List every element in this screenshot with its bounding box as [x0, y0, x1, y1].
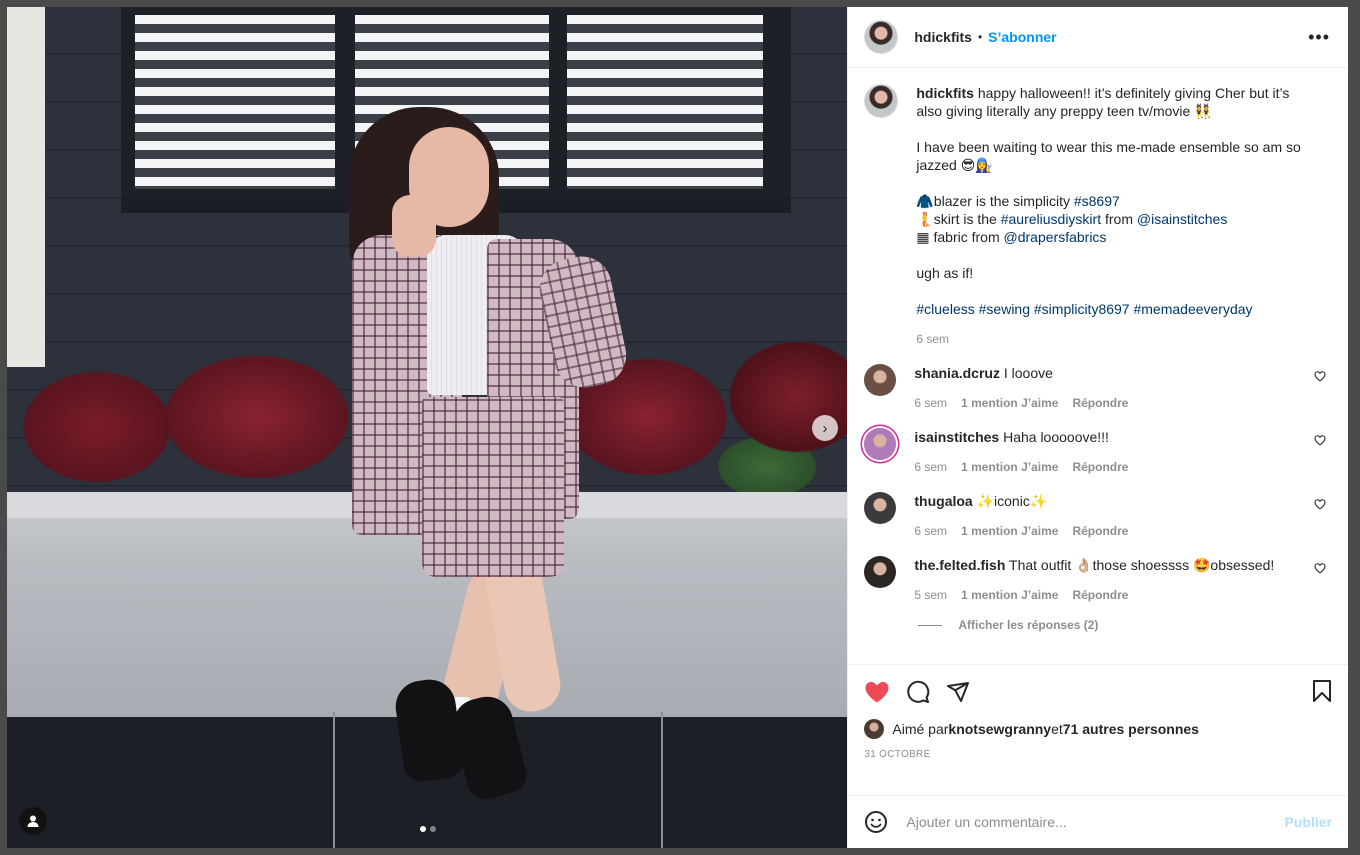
caption-line4: ugh as if! — [916, 265, 974, 281]
heart-outline-icon[interactable] — [1314, 370, 1326, 382]
caption-hashtags[interactable]: #clueless #sewing #simplicity8697 #memad… — [916, 300, 1316, 318]
comment-username[interactable]: thugaloa — [914, 493, 972, 509]
comment-composer: Publier — [848, 795, 1348, 848]
comments-thread[interactable]: hdickfits happy halloween!! it’s definit… — [848, 68, 1348, 664]
comment-likes[interactable]: 1 mention J’aime — [961, 458, 1058, 476]
post-date[interactable]: 31 OCTOBRE — [864, 749, 1332, 760]
post-modal: › hdickfits • S’abonner ••• hdickfits ha… — [7, 7, 1348, 848]
more-icon[interactable]: ••• — [1308, 27, 1330, 48]
comment-text: I looove — [999, 365, 1053, 381]
comment-likes[interactable]: 1 mention J’aime — [961, 522, 1058, 540]
heart-outline-icon[interactable] — [1314, 498, 1326, 510]
hashtag-link[interactable]: #aureliusdiyskirt — [1001, 211, 1101, 227]
comment-icon[interactable] — [906, 680, 930, 704]
mention-link[interactable]: @drapersfabrics — [1004, 229, 1107, 245]
header-separator: • — [977, 30, 983, 44]
caption: hdickfits happy halloween!! it’s definit… — [864, 84, 1332, 348]
comment-username[interactable]: the.felted.fish — [914, 557, 1005, 573]
caption-username[interactable]: hdickfits — [916, 85, 974, 101]
comment-username[interactable]: isainstitches — [914, 429, 999, 445]
carousel-dot — [420, 826, 426, 832]
user-tag-icon[interactable] — [19, 807, 47, 835]
next-arrow-icon[interactable]: › — [812, 415, 838, 441]
avatar[interactable] — [864, 20, 899, 54]
comment-time[interactable]: 6 sem — [914, 394, 947, 412]
comment-row: the.felted.fish That outfit 👌🏼those shoe… — [864, 556, 1332, 604]
heart-outline-icon[interactable] — [1314, 562, 1326, 574]
person-skirt — [422, 397, 564, 577]
reply-button[interactable]: Répondre — [1072, 586, 1128, 604]
caption-time[interactable]: 6 sem — [916, 330, 949, 348]
header-username[interactable]: hdickfits — [914, 29, 972, 45]
comment-row: shania.dcruz I looove 6 sem 1 mention J’ai… — [864, 364, 1332, 412]
comment-likes[interactable]: 1 mention J’aime — [961, 586, 1058, 604]
likes-count[interactable]: 71 autres personnes — [1063, 721, 1199, 737]
comment-row: thugaloa ✨iconic✨ 6 sem 1 mention J’aime Ré… — [864, 492, 1332, 540]
comment-text: That outfit 👌🏼those shoessss 🤩obsessed! — [1005, 557, 1275, 573]
mention-link[interactable]: @isainstitches — [1137, 211, 1227, 227]
avatar[interactable] — [864, 492, 897, 524]
carousel-dot — [430, 826, 436, 832]
carousel-dots — [420, 826, 436, 832]
comment-time[interactable]: 5 sem — [914, 586, 947, 604]
reply-button[interactable]: Répondre — [1072, 458, 1128, 476]
likes-summary: Aimé par knotsewgranny et 71 autres pers… — [864, 719, 1332, 739]
comment-row: isainstitches Haha looooove!!! 6 sem 1 men… — [864, 428, 1332, 476]
avatar[interactable] — [864, 719, 885, 739]
heart-filled-icon[interactable] — [864, 680, 890, 704]
bookmark-icon[interactable] — [1312, 679, 1332, 703]
emoji-icon[interactable] — [864, 810, 888, 834]
comment-time[interactable]: 6 sem — [914, 458, 947, 476]
show-replies-button[interactable]: Afficher les réponses (2) — [918, 618, 1332, 632]
avatar[interactable] — [864, 364, 897, 396]
comment-text: Haha looooove!!! — [999, 429, 1109, 445]
avatar[interactable] — [864, 556, 897, 588]
comment-list: shania.dcruz I looove 6 sem 1 mention J’ai… — [864, 364, 1332, 604]
caption-line2: I have been waiting to wear this me-made… — [916, 139, 1305, 173]
comment-input[interactable] — [904, 813, 1285, 831]
hashtag-link[interactable]: #s8697 — [1074, 193, 1120, 209]
post-header: hdickfits • S’abonner ••• — [848, 7, 1348, 68]
comment-time[interactable]: 6 sem — [914, 522, 947, 540]
heart-outline-icon[interactable] — [1314, 434, 1326, 446]
follow-button[interactable]: S’abonner — [988, 29, 1056, 45]
reply-button[interactable]: Répondre — [1072, 522, 1128, 540]
publish-button[interactable]: Publier — [1285, 814, 1332, 830]
comment-likes[interactable]: 1 mention J’aime — [961, 394, 1058, 412]
reply-button[interactable]: Répondre — [1072, 394, 1128, 412]
comment-text: ✨iconic✨ — [972, 493, 1048, 509]
share-icon[interactable] — [946, 680, 970, 704]
liked-by-user[interactable]: knotsewgranny — [948, 721, 1051, 737]
post-actions: Aimé par knotsewgranny et 71 autres pers… — [848, 664, 1348, 795]
comment-username[interactable]: shania.dcruz — [914, 365, 1000, 381]
post-photo[interactable]: › — [7, 7, 848, 848]
post-sidebar: hdickfits • S’abonner ••• hdickfits happ… — [847, 7, 1348, 848]
avatar[interactable] — [864, 84, 899, 118]
avatar[interactable] — [864, 428, 897, 460]
